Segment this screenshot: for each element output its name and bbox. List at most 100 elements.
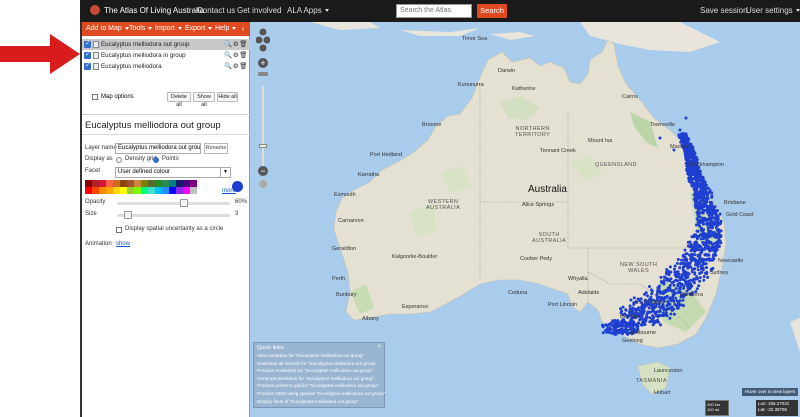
layer-label: Eucalyptus melliodora [101, 63, 162, 70]
opacity-slider-handle[interactable] [180, 199, 188, 207]
menu-help[interactable]: Help [215, 25, 237, 32]
occurrence-point [680, 136, 683, 140]
ala-logo[interactable]: The Atlas Of Living Australia [90, 5, 204, 15]
palette-colour[interactable] [120, 187, 127, 194]
layer-tools-icons[interactable]: 🔍⚙🗑 [224, 39, 248, 50]
occurrence-point [700, 220, 704, 224]
palette-colour[interactable] [99, 187, 106, 194]
palette-colour[interactable] [141, 180, 148, 187]
palette-colour[interactable] [106, 187, 113, 194]
occurrence-point [705, 222, 709, 226]
palette-colour[interactable] [155, 180, 162, 187]
menu-add-to-map[interactable]: Add to Map [86, 25, 129, 32]
palette-colour[interactable] [169, 187, 176, 194]
save-session-link[interactable]: Save session [700, 6, 748, 15]
map-options-link[interactable]: Map options [101, 91, 134, 103]
palette-colour[interactable] [176, 180, 183, 187]
palette-colour[interactable] [148, 180, 155, 187]
palette-colour[interactable] [183, 180, 190, 187]
zoom-out-button[interactable]: − [258, 166, 268, 176]
delete-all-button[interactable]: Delete all [167, 92, 191, 108]
animation-show-link[interactable]: show [116, 241, 130, 247]
search-button[interactable]: Search [477, 4, 507, 18]
palette-colour[interactable] [92, 180, 99, 187]
layer-tools-icons[interactable]: 🔍⚙🗑 [224, 61, 248, 72]
menu-export[interactable]: Export [185, 25, 213, 32]
quick-link-item[interactable]: Display facet of "Eucalyptus melliodora … [257, 398, 385, 406]
more-colours-link[interactable]: more [222, 188, 236, 194]
nav-contact-us[interactable]: Contact us [197, 6, 235, 15]
palette-colour[interactable] [176, 187, 183, 194]
size-slider-handle[interactable] [124, 211, 133, 219]
palette-colour[interactable] [85, 187, 92, 194]
quick-link-item[interactable]: Produce GDM using species "Eucalyptus me… [257, 390, 385, 398]
facet-select[interactable]: User defined colour ▼ [115, 167, 231, 178]
hide-all-button[interactable]: Hide all [217, 92, 238, 102]
palette-colour[interactable] [113, 180, 120, 187]
layer-item-species[interactable]: ✓ Eucalyptus melliodora 🔍⚙🗑 [82, 61, 250, 72]
palette-colour[interactable] [120, 180, 127, 187]
nav-ala-apps[interactable]: ALA Apps [287, 6, 329, 15]
palette-colour[interactable] [162, 180, 169, 187]
points-radio[interactable] [153, 157, 159, 163]
quick-link-item[interactable]: View metadata for "Eucalyptus melliodora… [257, 352, 385, 360]
palette-colour[interactable] [127, 180, 134, 187]
layer-checkbox[interactable]: ✓ [84, 52, 91, 59]
layer-name-input[interactable]: Eucalyptus melliodora out grou [115, 143, 201, 154]
size-slider[interactable] [117, 211, 230, 219]
zoom-in-button[interactable]: + [258, 58, 268, 68]
zoom-reset-icon[interactable] [258, 72, 268, 76]
zoom-control: + − [256, 28, 270, 188]
occurrence-point [709, 234, 713, 238]
menu-tools[interactable]: Tools [129, 25, 153, 32]
collapse-panel-icon[interactable]: ‹ [238, 24, 248, 34]
layer-checkbox[interactable]: ✓ [84, 63, 91, 70]
nav-get-involved[interactable]: Get involved [237, 6, 281, 15]
quick-link-item[interactable]: Generate prediction for "Eucalyptus mell… [257, 375, 385, 383]
user-settings-menu[interactable]: User settings [746, 6, 800, 15]
palette-colour[interactable] [141, 187, 148, 194]
density-grid-radio[interactable] [116, 157, 122, 163]
opacity-slider[interactable] [117, 199, 230, 207]
palette-colour[interactable] [183, 187, 190, 194]
palette-colour[interactable] [155, 187, 162, 194]
palette-colour[interactable] [162, 187, 169, 194]
palette-colour[interactable] [127, 187, 134, 194]
layer-item-in-group[interactable]: ✓ Eucalyptus melliodora in group 🔍⚙🗑 [82, 50, 250, 61]
palette-colour[interactable] [113, 187, 120, 194]
search-input[interactable]: Search the Atlas [396, 4, 472, 18]
colour-palette[interactable] [85, 180, 203, 194]
palette-colour[interactable] [134, 180, 141, 187]
menu-import[interactable]: Import [155, 25, 182, 32]
occurrence-point [708, 200, 712, 204]
palette-colour[interactable] [148, 187, 155, 194]
palette-colour[interactable] [134, 187, 141, 194]
layer-checkbox[interactable]: ✓ [84, 41, 91, 48]
show-all-button[interactable]: Show all [193, 92, 215, 108]
zoom-slider-handle[interactable] [259, 144, 267, 148]
quick-link-item[interactable]: Produce scatterplot for "Eucalyptus mell… [257, 367, 385, 375]
pan-control-icon[interactable] [256, 28, 270, 54]
world-view-icon[interactable] [259, 180, 267, 188]
quick-link-item[interactable]: Download all records for "Eucalyptus mel… [257, 360, 385, 368]
rename-button[interactable]: Rename [204, 143, 228, 154]
quick-link-item[interactable]: Produce points to grid for "Eucalyptus m… [257, 382, 385, 390]
palette-colour[interactable] [106, 180, 113, 187]
occurrence-point [705, 237, 709, 241]
palette-colour[interactable] [190, 180, 197, 187]
palette-colour[interactable] [190, 187, 197, 194]
palette-colour[interactable] [85, 180, 92, 187]
uncertainty-checkbox[interactable] [116, 227, 122, 233]
map-canvas[interactable]: NORTHERN TERRITORY QUEENSLAND WESTERN AU… [250, 22, 800, 417]
display-as-label: Display as [85, 156, 113, 162]
layer-tools-icons[interactable]: 🔍⚙🗑 [224, 50, 248, 61]
palette-colour[interactable] [99, 180, 106, 187]
close-icon[interactable]: × [377, 344, 381, 350]
layer-hover-toggle[interactable]: Hover over to view layers [742, 388, 798, 396]
points-label: Points [162, 156, 179, 162]
palette-colour[interactable] [169, 180, 176, 187]
zoom-track[interactable] [262, 86, 264, 166]
layer-item-out-group[interactable]: ✓ Eucalyptus melliodora out group 🔍⚙🗑 [82, 39, 250, 50]
palette-colour[interactable] [92, 187, 99, 194]
occurrence-point [699, 179, 703, 183]
